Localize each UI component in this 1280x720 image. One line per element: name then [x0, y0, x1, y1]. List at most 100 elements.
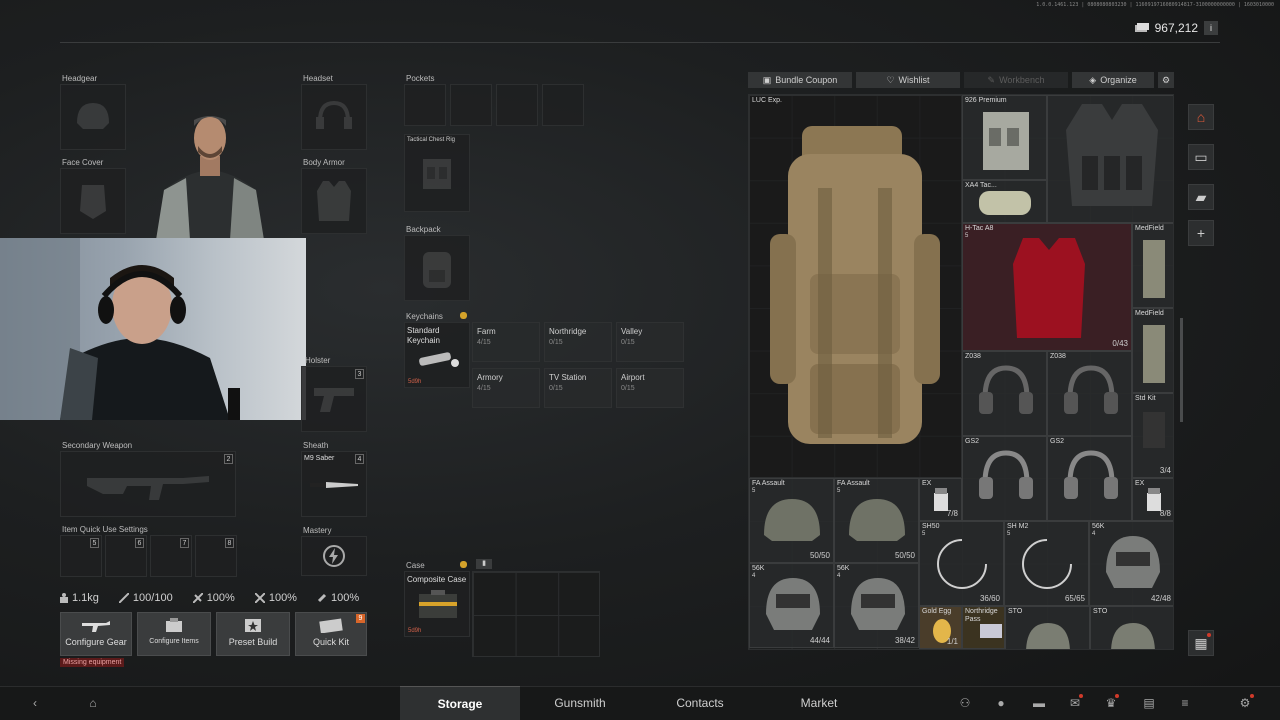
- armor-level: 4: [837, 573, 841, 579]
- tab-gunsmith[interactable]: Gunsmith: [520, 686, 640, 720]
- body-armor-slot[interactable]: [301, 168, 367, 234]
- quick-kit-button[interactable]: 9 Quick Kit: [295, 612, 367, 656]
- pocket-slot[interactable]: [496, 84, 538, 126]
- quick-use-slot-5[interactable]: 5: [60, 535, 102, 577]
- map-armory[interactable]: Armory 4/15: [472, 368, 540, 408]
- settings-gear-button[interactable]: ⚙: [1158, 72, 1174, 88]
- stash-item-ex-1[interactable]: EX 7/8: [919, 478, 962, 521]
- stash-grid[interactable]: LUC Exp. 926 Premium XA4 Tac... H-Tac A8…: [748, 94, 1174, 650]
- sheath-slot[interactable]: 4 M9 Saber: [301, 451, 367, 517]
- mastery-slot[interactable]: [301, 536, 367, 576]
- quick-use-slot-7[interactable]: 7: [150, 535, 192, 577]
- keychain-slot[interactable]: Standard Keychain 5d9h: [404, 322, 470, 388]
- organize-tab[interactable]: ◈ Organize: [1072, 72, 1154, 88]
- map-count: 4/15: [477, 339, 491, 346]
- stash-vehicle-button[interactable]: ▰: [1188, 184, 1214, 210]
- stash-item-sh-m2[interactable]: SH M2 5 65/65: [1004, 521, 1089, 606]
- tab-storage[interactable]: Storage: [400, 686, 520, 720]
- map-airport[interactable]: Airport 0/15: [616, 368, 684, 408]
- bundle-coupon-tab[interactable]: ▣ Bundle Coupon: [748, 72, 852, 88]
- stash-item-56k-2[interactable]: 56K 4 44/44: [749, 563, 834, 648]
- stash-item-ex-2[interactable]: EX 8/8: [1132, 478, 1173, 521]
- squad-button[interactable]: ⚇: [956, 694, 974, 712]
- chat-button[interactable]: ▬: [1030, 694, 1048, 712]
- settings-button[interactable]: ⚙: [1236, 694, 1254, 712]
- stash-item-z038-1[interactable]: Z038: [962, 351, 1047, 436]
- face-cover-slot[interactable]: [60, 168, 126, 234]
- configure-items-button[interactable]: Configure Items: [137, 612, 211, 656]
- pocket-slot[interactable]: [404, 84, 446, 126]
- quick-use-slot-8[interactable]: 8: [195, 535, 237, 577]
- add-stash-button[interactable]: +: [1188, 220, 1214, 246]
- stash-item-gs2-1[interactable]: GS2: [962, 436, 1047, 521]
- keychain-timer: 5d9h: [408, 379, 422, 385]
- notes-button[interactable]: ▤: [1140, 694, 1158, 712]
- map-valley[interactable]: Valley 0/15: [616, 322, 684, 362]
- stash-item-fa-assault-1[interactable]: FA Assault 5 50/50: [749, 478, 834, 563]
- user-icon: ●: [997, 696, 1005, 710]
- headgear-slot[interactable]: [60, 84, 126, 150]
- configure-gear-button[interactable]: Configure Gear: [60, 612, 132, 656]
- chest-rig-slot[interactable]: Tactical Chest Rig: [404, 134, 470, 212]
- trophy-button[interactable]: ♛: [1102, 694, 1120, 712]
- map-northridge[interactable]: Northridge 0/15: [544, 322, 612, 362]
- home-icon: ⌂: [1196, 109, 1206, 125]
- back-button[interactable]: ‹: [26, 694, 44, 712]
- map-farm[interactable]: Farm 4/15: [472, 322, 540, 362]
- holster-slot[interactable]: 3: [301, 366, 367, 432]
- case-grid[interactable]: [472, 571, 600, 657]
- headset-slot[interactable]: [301, 84, 367, 150]
- pocket-slot[interactable]: [542, 84, 584, 126]
- stash-item-xa4[interactable]: XA4 Tac...: [962, 180, 1047, 223]
- item-durability: 65/65: [1064, 594, 1085, 603]
- backpack-slot[interactable]: [404, 235, 470, 301]
- quick-use-slot-6[interactable]: 6: [105, 535, 147, 577]
- map-count: 0/15: [621, 385, 635, 392]
- mail-button[interactable]: ✉: [1066, 694, 1084, 712]
- profile-button[interactable]: ●: [992, 694, 1010, 712]
- case-filter-icon[interactable]: ▮: [476, 559, 492, 569]
- stash-item-sto-1[interactable]: STO: [1005, 606, 1090, 649]
- stash-tools-button[interactable]: ▦: [1188, 630, 1214, 656]
- stash-item-htac-a8[interactable]: H-Tac A8 5 0/43: [962, 223, 1132, 351]
- pocket-slot[interactable]: [450, 84, 492, 126]
- stash-item-gold-egg[interactable]: Gold Egg 1/1: [919, 606, 962, 649]
- item-durability: 42/48: [1150, 594, 1171, 603]
- stash-item-56k-3[interactable]: 56K 4 38/42: [834, 563, 919, 648]
- tab-contacts[interactable]: Contacts: [640, 686, 760, 720]
- preset-build-label: Preset Build: [228, 637, 278, 647]
- stash-item-sh50[interactable]: SH50 5 36/60: [919, 521, 1004, 606]
- stash-item-z038-2[interactable]: Z038: [1047, 351, 1132, 436]
- home-button[interactable]: ⌂: [84, 694, 102, 712]
- info-button[interactable]: i: [1204, 21, 1218, 35]
- item-name: 56K: [752, 565, 765, 572]
- map-count: 0/15: [621, 339, 635, 346]
- preset-build-button[interactable]: Preset Build: [216, 612, 290, 656]
- quick-use-label: Item Quick Use Settings: [62, 525, 148, 534]
- item-name: Z038: [965, 353, 981, 360]
- stash-item-56k-1[interactable]: 56K 4 42/48: [1089, 521, 1173, 606]
- map-tv-station[interactable]: TV Station 0/15: [544, 368, 612, 408]
- helmet-item-icon: [1026, 623, 1070, 649]
- secondary-weapon-slot[interactable]: 2: [60, 451, 236, 517]
- tab-market[interactable]: Market: [759, 686, 879, 720]
- stash-item-backpack[interactable]: LUC Exp.: [749, 95, 962, 478]
- stash-item-fa-assault-2[interactable]: FA Assault 5 50/50: [834, 478, 919, 563]
- stash-item-medfield-2[interactable]: MedField: [1132, 308, 1173, 393]
- item-durability: 7/8: [946, 509, 958, 518]
- stash-scrollbar[interactable]: [1180, 318, 1183, 422]
- stash-item-926-premium[interactable]: 926 Premium: [962, 95, 1047, 180]
- stash-item-gs2-2[interactable]: GS2: [1047, 436, 1132, 521]
- stash-item-medfield-1[interactable]: MedField: [1132, 223, 1173, 308]
- stash-item-northridge-pass[interactable]: Northridge Pass: [962, 606, 1005, 649]
- stash-item-black-rig[interactable]: [1047, 95, 1173, 223]
- stash-item-sto-2[interactable]: STO: [1090, 606, 1173, 649]
- stash-item-std-kit[interactable]: Std Kit 3/4: [1132, 393, 1173, 478]
- workbench-tab[interactable]: ✎ Workbench: [964, 72, 1068, 88]
- stash-home-button[interactable]: ⌂: [1188, 104, 1214, 130]
- wishlist-tab[interactable]: ♡ Wishlist: [856, 72, 960, 88]
- notification-dot: [1207, 633, 1211, 637]
- case-slot[interactable]: Composite Case 5d9h: [404, 571, 470, 637]
- menu-button[interactable]: ≡: [1176, 694, 1194, 712]
- stash-container-button[interactable]: ▭: [1188, 144, 1214, 170]
